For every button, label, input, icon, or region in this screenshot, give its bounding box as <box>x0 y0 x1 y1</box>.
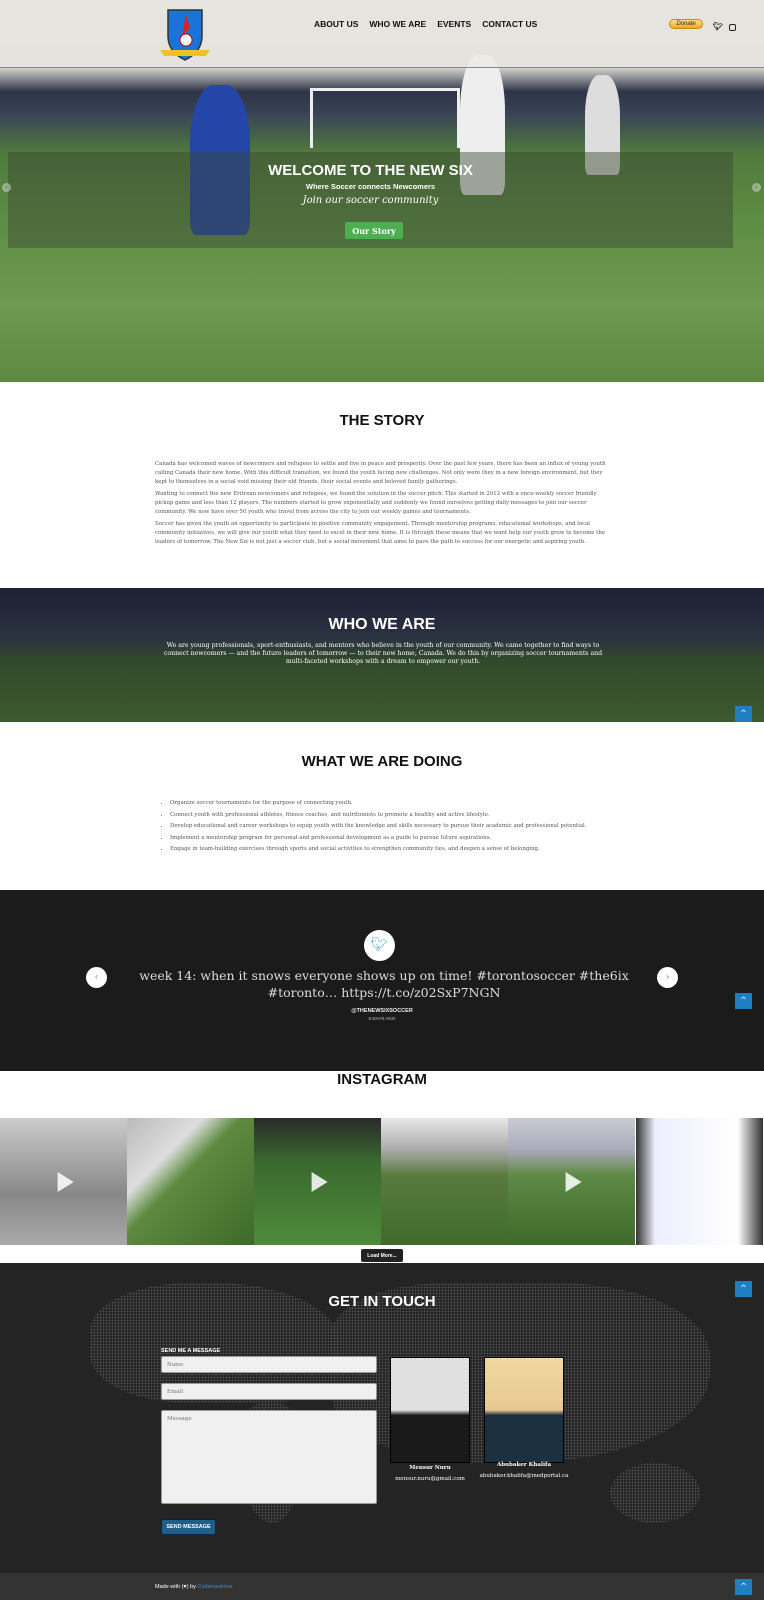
contact-section: GET IN TOUCH SEND ME A MESSAGE SEND MESS… <box>0 1263 764 1573</box>
slider-prev-arrow-icon[interactable]: ‹ <box>2 183 11 192</box>
person-email[interactable]: abubaker.khalifa@medportal.ca <box>464 1473 584 1479</box>
our-story-button[interactable]: Our Story <box>345 222 403 239</box>
tweet-text[interactable]: week 14: when it snows everyone shows up… <box>120 967 648 1001</box>
instagram-photo[interactable] <box>254 1118 381 1245</box>
hero-title: WELCOME TO THE NEW SIX <box>268 162 473 179</box>
goal-net <box>310 88 460 148</box>
tweet-handle[interactable]: @THENEWSIXSOCCER <box>0 1008 764 1014</box>
avatar <box>484 1357 564 1463</box>
play-icon <box>311 1171 328 1192</box>
nav-contact-us[interactable]: CONTACT US <box>482 19 537 29</box>
scroll-top-button[interactable]: ^ <box>735 706 752 722</box>
send-message-button[interactable]: SEND MESSAGE <box>161 1519 216 1535</box>
doing-title: WHAT WE ARE DOING <box>301 753 463 770</box>
form-label: SEND ME A MESSAGE <box>161 1348 221 1354</box>
list-item: Connect youth with professional athletes… <box>170 810 610 822</box>
story-paragraph: Canada has welcomed waves of newcomers a… <box>155 461 606 485</box>
slider-next-arrow-icon[interactable]: › <box>752 183 761 192</box>
world-map-decoration <box>610 1463 700 1523</box>
avatar <box>390 1357 470 1463</box>
instagram-icon[interactable] <box>729 24 736 31</box>
nav-about-us[interactable]: ABOUT US <box>314 19 358 29</box>
who-title: WHO WE ARE <box>328 616 436 633</box>
nav-who-we-are[interactable]: WHO WE ARE <box>369 19 426 29</box>
email-input[interactable] <box>161 1383 377 1400</box>
play-icon <box>565 1171 582 1192</box>
list-item: Implement a mentorship program for perso… <box>170 833 610 845</box>
hero-subtitle: Where Soccer connects Newcomers <box>305 182 436 191</box>
donate-button[interactable]: Donate <box>669 19 703 29</box>
twitter-section: 🐦︎ week 14: when it snows everyone shows… <box>0 890 764 1071</box>
instagram-photo[interactable] <box>381 1118 508 1245</box>
instagram-photo[interactable] <box>127 1118 254 1245</box>
who-text: We are young professionals, sport-enthus… <box>163 642 603 665</box>
instagram-photo[interactable] <box>508 1118 635 1245</box>
twitter-bird-icon: 🐦︎ <box>364 930 395 961</box>
nav-events[interactable]: EVENTS <box>437 19 471 29</box>
main-nav: ABOUT US WHO WE ARE EVENTS CONTACT US <box>314 19 537 29</box>
instagram-title: INSTAGRAM <box>337 1071 427 1088</box>
twitter-icon[interactable]: 🐦︎ <box>713 22 723 31</box>
tweet-time: 6 DAYS AGO <box>368 1016 396 1021</box>
list-item: Develop educational and career workshops… <box>170 821 610 833</box>
load-more-button[interactable]: Load More... <box>361 1249 403 1262</box>
tweet-prev-icon[interactable]: ‹ <box>86 967 107 988</box>
contact-title: GET IN TOUCH <box>328 1293 436 1310</box>
story-paragraph: Soccer has given the youth an opportunit… <box>155 521 605 545</box>
hero-banner: WELCOME TO THE NEW SIX Where Soccer conn… <box>8 152 733 248</box>
site-footer: Made with (♥) by Codemaximus ^ <box>0 1573 764 1600</box>
list-item: Engage in team-building exercises throug… <box>170 844 610 856</box>
the-new-six-logo[interactable] <box>160 6 210 62</box>
scroll-top-button[interactable]: ^ <box>735 1281 752 1297</box>
site-header: ABOUT US WHO WE ARE EVENTS CONTACT US Do… <box>0 0 764 68</box>
name-input[interactable] <box>161 1356 377 1373</box>
story-title: THE STORY <box>339 412 425 429</box>
tweet-next-icon[interactable]: › <box>657 967 678 988</box>
scroll-top-button[interactable]: ^ <box>735 993 752 1009</box>
instagram-photo[interactable] <box>0 1118 127 1245</box>
list-item: Organize soccer tournaments for the purp… <box>170 798 610 810</box>
message-textarea[interactable] <box>161 1410 377 1504</box>
scroll-top-button[interactable]: ^ <box>735 1579 752 1595</box>
play-icon <box>57 1171 74 1192</box>
who-we-are-section: WHO WE ARE We are young professionals, s… <box>0 588 764 722</box>
hero-tagline: Join our soccer community <box>302 195 439 206</box>
author-link[interactable]: Codemaximus <box>197 1584 232 1590</box>
person-name: Mensur Nuru <box>409 1465 451 1471</box>
made-with-text: Made with (♥) by <box>155 1584 196 1590</box>
instagram-photo[interactable] <box>636 1118 763 1245</box>
person-name: Abubaker Khalifa <box>496 1462 552 1468</box>
story-paragraph: Wanting to connect the new Eritrean newc… <box>155 491 597 515</box>
